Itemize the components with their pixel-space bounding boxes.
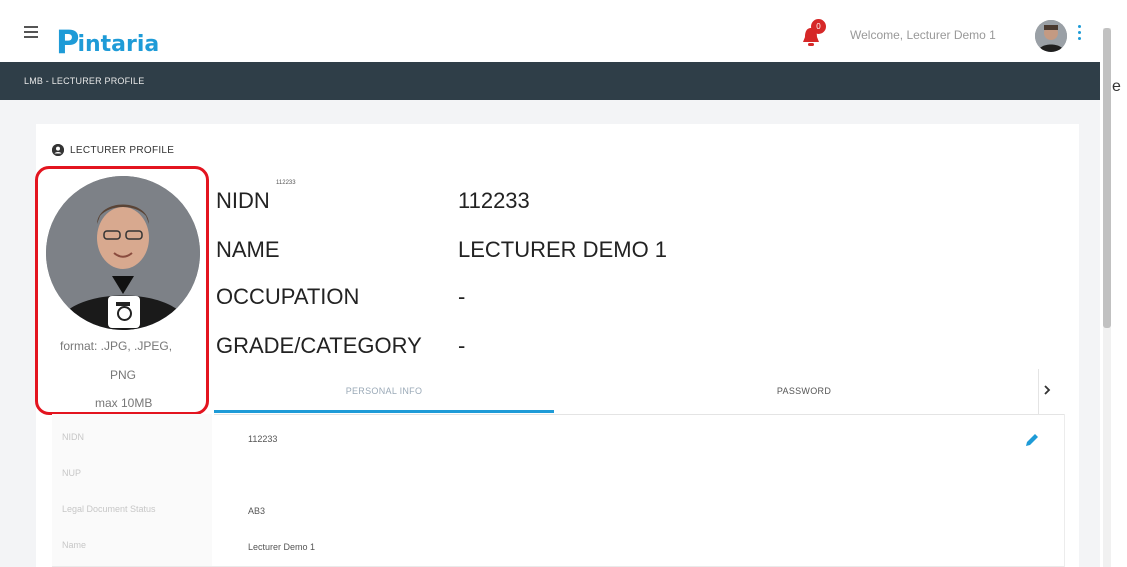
nidn-label: NIDN bbox=[216, 188, 270, 213]
name-value: LECTURER DEMO 1 bbox=[458, 237, 668, 262]
tab-personal-info[interactable]: PERSONAL INFO bbox=[214, 369, 554, 414]
panel-border bbox=[1064, 414, 1065, 567]
section-title: LECTURER PROFILE bbox=[52, 144, 174, 156]
tab-bar: PERSONAL INFO PASSWORD bbox=[214, 369, 1064, 415]
notification-badge: 0 bbox=[811, 19, 826, 34]
row-label-nidn: NIDN bbox=[62, 432, 84, 442]
row-value-legal-status: AB3 bbox=[248, 506, 266, 516]
section-title-label: LECTURER PROFILE bbox=[70, 144, 175, 156]
logo-initial: P bbox=[56, 23, 80, 61]
user-avatar-icon bbox=[1035, 20, 1067, 52]
occupation-label: OCCUPATION bbox=[216, 284, 360, 309]
breadcrumb: LMB - LECTURER PROFILE bbox=[24, 76, 145, 86]
avatar[interactable] bbox=[1035, 20, 1067, 52]
nidn-value: 112233 bbox=[458, 188, 530, 213]
row-label-name: Name bbox=[62, 540, 87, 550]
row-label-legal-status: Legal Document Status bbox=[62, 504, 156, 514]
tiny-code: 112233 bbox=[276, 180, 296, 186]
grade-label: GRADE/CATEGORY bbox=[216, 333, 422, 358]
app-logo[interactable]: P intaria bbox=[56, 18, 159, 58]
welcome-text: Welcome, Lecturer Demo 1 bbox=[850, 28, 996, 42]
row-value-nidn: 112233 bbox=[248, 434, 278, 444]
occupation-value: - bbox=[458, 284, 466, 309]
tab-password[interactable]: PASSWORD bbox=[554, 369, 1054, 414]
photo-highlight-box bbox=[35, 166, 209, 415]
row-label-nup: NUP bbox=[62, 468, 82, 478]
kebab-menu-icon[interactable] bbox=[1078, 25, 1082, 43]
account-circle-icon bbox=[52, 144, 64, 156]
active-tab-indicator bbox=[214, 410, 554, 413]
menu-icon[interactable] bbox=[24, 26, 38, 41]
name-label: NAME bbox=[216, 237, 280, 262]
row-value-name: Lecturer Demo 1 bbox=[248, 542, 316, 552]
chevron-right-icon[interactable] bbox=[1042, 383, 1052, 397]
breadcrumb-bar bbox=[0, 62, 1100, 100]
edit-pencil-icon[interactable] bbox=[1022, 430, 1042, 450]
tab-divider bbox=[1038, 369, 1039, 414]
scrollbar-thumb[interactable] bbox=[1103, 28, 1111, 328]
stray-text: e bbox=[1112, 78, 1121, 95]
grade-value: - bbox=[458, 333, 466, 358]
logo-text: intaria bbox=[77, 32, 160, 57]
